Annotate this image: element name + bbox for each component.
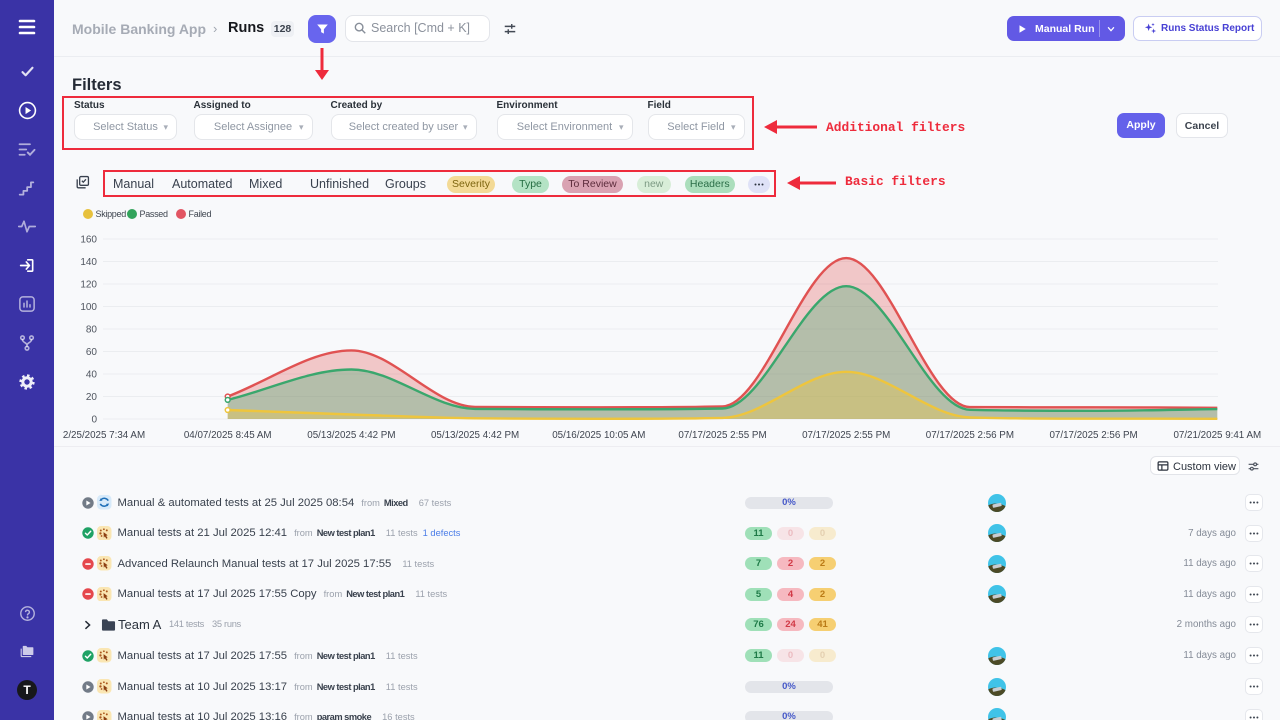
svg-text:60: 60 [86,347,98,358]
svg-text:07/21/2025 9:41 AM: 07/21/2025 9:41 AM [1173,430,1261,441]
svg-text:0: 0 [91,415,97,426]
svg-text:07/17/2025 2:55 PM: 07/17/2025 2:55 PM [678,430,766,441]
svg-text:160: 160 [80,235,97,246]
svg-text:100: 100 [80,302,97,313]
svg-text:07/17/2025 2:55 PM: 07/17/2025 2:55 PM [802,430,890,441]
svg-text:07/17/2025 2:56 PM: 07/17/2025 2:56 PM [926,430,1014,441]
svg-text:05/13/2025 4:42 PM: 05/13/2025 4:42 PM [307,430,395,441]
svg-text:140: 140 [80,257,97,268]
svg-text:05/16/2025 10:05 AM: 05/16/2025 10:05 AM [552,430,645,441]
svg-text:07/17/2025 2:56 PM: 07/17/2025 2:56 PM [1049,430,1137,441]
svg-text:04/07/2025 8:45 AM: 04/07/2025 8:45 AM [184,430,272,441]
svg-text:80: 80 [86,325,98,336]
svg-text:2/25/2025 7:34 AM: 2/25/2025 7:34 AM [63,430,145,441]
svg-text:120: 120 [80,280,97,291]
svg-text:20: 20 [86,392,98,403]
svg-text:05/13/2025 4:42 PM: 05/13/2025 4:42 PM [431,430,519,441]
svg-text:40: 40 [86,370,98,381]
